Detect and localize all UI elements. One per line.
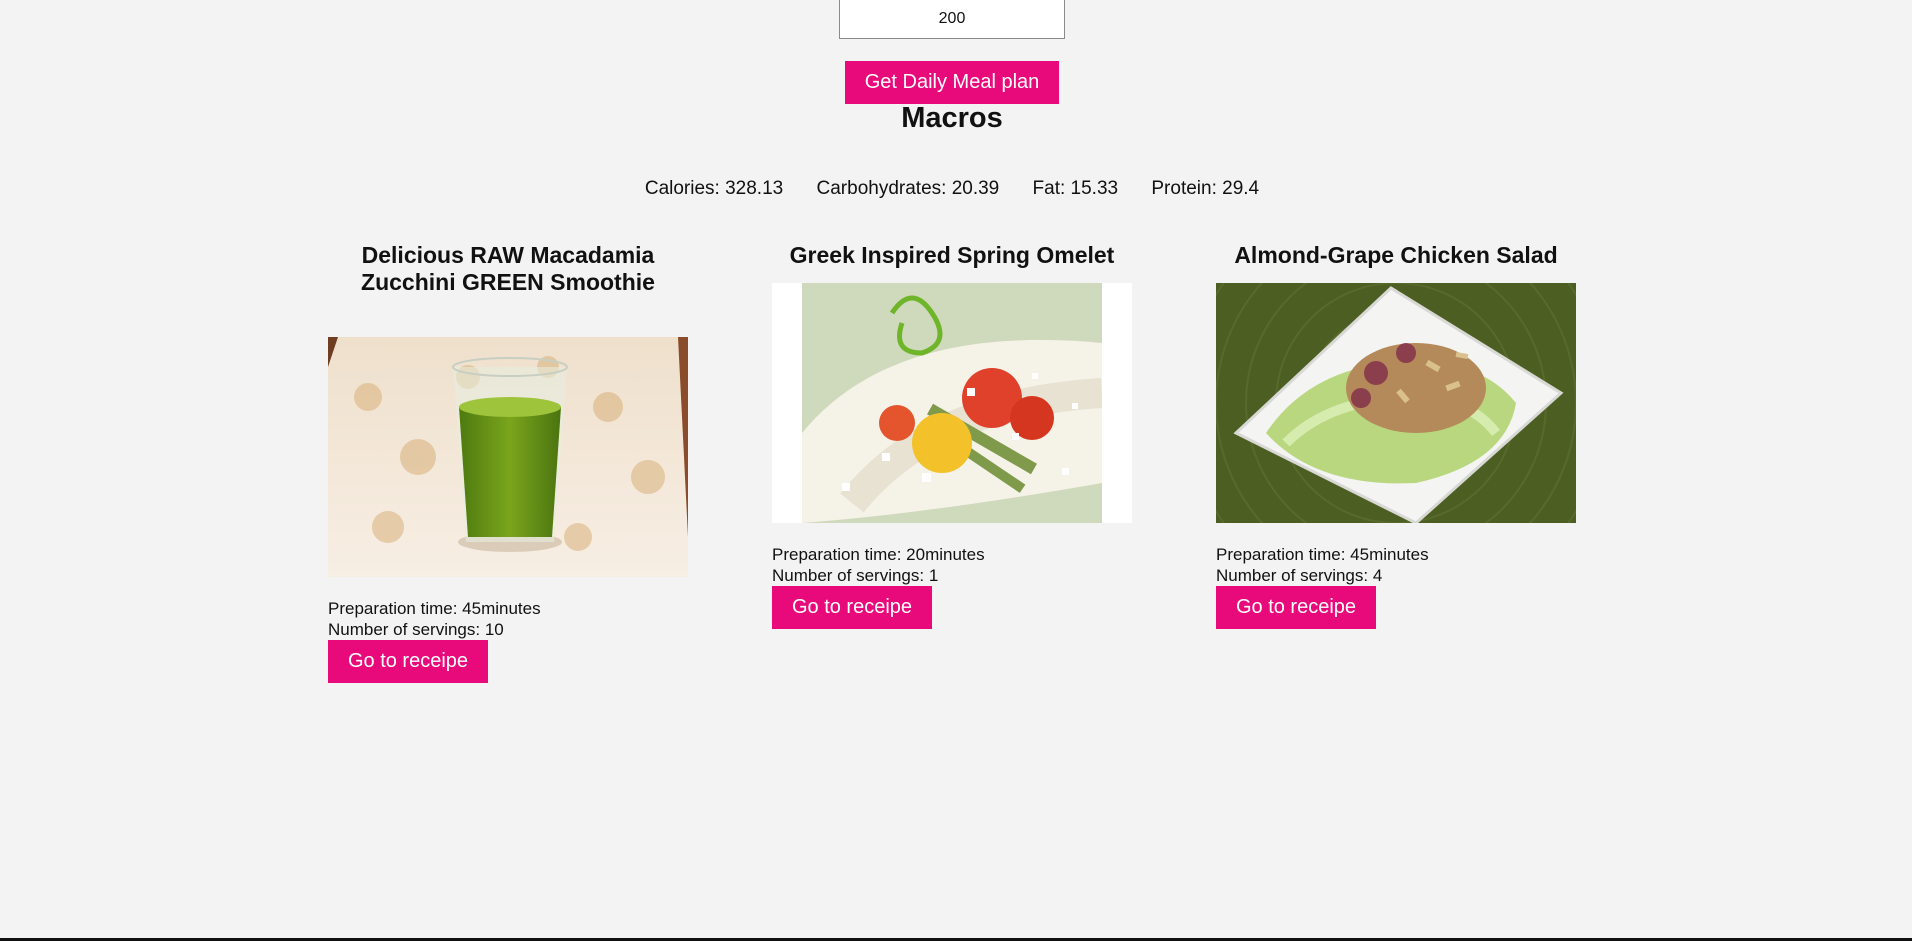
go-to-recipe-button[interactable]: Go to receipe (772, 586, 932, 629)
meal-card: Greek Inspired Spring Omelet Preparation… (772, 242, 1132, 629)
get-meal-plan-button[interactable]: Get Daily Meal plan (845, 61, 1059, 104)
go-to-recipe-button[interactable]: Go to receipe (328, 640, 488, 683)
go-to-recipe-button[interactable]: Go to receipe (1216, 586, 1376, 629)
carbohydrates-value: Carbohydrates: 20.39 (816, 178, 1000, 199)
protein-value: Protein: 29.4 (1151, 178, 1260, 199)
calorie-input[interactable] (839, 0, 1065, 39)
green-smoothie-image (328, 337, 688, 577)
calories-value: Calories: 328.13 (644, 178, 784, 199)
macros-summary: Calories: 328.13 Carbohydrates: 20.39 Fa… (0, 178, 1904, 200)
fat-value: Fat: 15.33 (1032, 178, 1119, 199)
servings: Number of servings: 1 (772, 566, 939, 585)
servings: Number of servings: 4 (1216, 566, 1383, 585)
omelet-image (772, 283, 1132, 523)
macros-title: Macros (901, 102, 1003, 134)
prep-time: Preparation time: 45minutes (1216, 545, 1429, 564)
chicken-salad-image (1216, 283, 1576, 523)
meal-title: Delicious RAW Macadamia Zucchini GREEN S… (361, 242, 655, 295)
prep-time: Preparation time: 45minutes (328, 599, 541, 618)
servings: Number of servings: 10 (328, 620, 504, 639)
prep-time: Preparation time: 20minutes (772, 545, 985, 564)
meal-card: Almond-Grape Chicken Salad Preparation t… (1216, 242, 1576, 629)
meal-title: Almond-Grape Chicken Salad (1234, 242, 1558, 268)
meal-title: Greek Inspired Spring Omelet (789, 242, 1115, 268)
meal-card: Delicious RAW Macadamia Zucchini GREEN S… (328, 242, 688, 683)
